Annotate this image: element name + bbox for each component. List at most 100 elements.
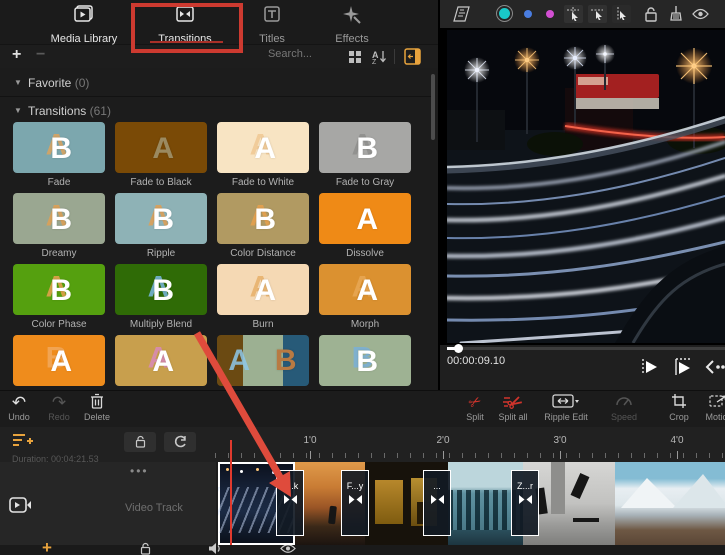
timeline-transition-marker[interactable]: F...y	[341, 470, 369, 536]
tile-main-letter: B	[50, 134, 72, 164]
motion-button[interactable]: Motion	[696, 393, 725, 422]
transition-bowtie-icon	[349, 495, 362, 504]
ripple-edit-icon	[540, 393, 592, 412]
tile-main-letter: A	[254, 276, 276, 306]
transition-tile-dreamy[interactable]: A B	[13, 193, 105, 244]
add-to-favorites-button[interactable]: +	[12, 46, 21, 64]
timeline-header: 00:00:09.10 ‹ › 1'0 2'0 3'0 4'0 Duration…	[0, 427, 725, 462]
speed-gauge-icon	[601, 393, 647, 412]
add-clip-button[interactable]: +	[42, 538, 52, 555]
group-favorite[interactable]: ▼ Favorite (0)	[0, 70, 432, 97]
marker-color-blue-dot[interactable]	[524, 10, 532, 18]
marker-color-magenta-dot[interactable]	[546, 10, 554, 18]
tile-label: Morph	[319, 319, 411, 330]
group-count: (61)	[90, 104, 111, 118]
search-input[interactable]	[200, 47, 314, 61]
video-track-icon[interactable]	[9, 496, 32, 514]
snap-cursor-button-3[interactable]	[612, 5, 631, 23]
tile-label: Color Distance	[217, 248, 309, 259]
tab-effects[interactable]: Effects	[307, 4, 397, 45]
transition-tile-color-phase[interactable]: A B	[13, 264, 105, 315]
transition-tile-burn[interactable]: A A	[217, 264, 309, 315]
collapse-arrow-icon[interactable]: ▼	[14, 106, 22, 115]
transition-bowtie-icon	[284, 495, 297, 504]
preview-toolbar	[440, 0, 725, 29]
group-count: (0)	[75, 76, 90, 90]
tab-transitions[interactable]: Transitions	[140, 4, 230, 45]
snap-cursor-button-2[interactable]	[588, 5, 607, 23]
collapse-arrow-icon[interactable]: ▼	[14, 78, 22, 87]
tile-main-letter: A	[152, 134, 174, 164]
transition-tile[interactable]: A A	[115, 335, 207, 386]
skater-silhouette	[571, 473, 590, 499]
edit-toolbar: ↶ Undo ↷ Redo Delete ✂ Split Split all	[0, 390, 725, 429]
timeline-body: ••• Video Track	[0, 462, 725, 555]
tab-media-library[interactable]: Media Library	[39, 4, 129, 45]
ruler-icon[interactable]	[452, 6, 472, 22]
collapse-panel-icon[interactable]	[404, 48, 421, 65]
ripple-edit-button[interactable]: Ripple Edit	[540, 393, 592, 422]
lock-icon[interactable]	[644, 6, 658, 22]
lock-track-button[interactable]	[124, 432, 156, 452]
delete-button[interactable]: Delete	[74, 393, 120, 422]
remove-from-favorites-button[interactable]: −	[36, 46, 45, 64]
toolbar-separator	[394, 49, 395, 64]
seekbar-knob[interactable]	[454, 344, 463, 353]
marker-color-cyan-dot[interactable]	[499, 8, 510, 19]
timeline-transition-marker[interactable]: ...	[423, 470, 451, 536]
peak-thumb	[621, 478, 677, 508]
tile-label: Dreamy	[13, 248, 105, 259]
next-frame-icon[interactable]	[720, 360, 725, 374]
tile-label: Dissolve	[319, 248, 411, 259]
play-from-start-icon[interactable]	[672, 356, 696, 378]
track-lock-icon[interactable]	[140, 542, 151, 555]
group-transitions[interactable]: ▼ Transitions (61)	[0, 98, 432, 124]
split-all-button[interactable]: Split all	[490, 393, 536, 422]
loop-button[interactable]	[164, 432, 196, 452]
transition-tile[interactable]: B B	[319, 335, 411, 386]
transition-tile-fade[interactable]: A B	[13, 122, 105, 173]
transition-tile[interactable]: B A	[13, 335, 105, 386]
timeline-playhead[interactable]	[230, 440, 232, 545]
transition-tile-ripple[interactable]: A B	[115, 193, 207, 244]
tile-label: Fade to Gray	[319, 177, 411, 188]
library-tabs-bar: Media Library Transitions Titles Effects	[0, 0, 440, 45]
add-track-icon[interactable]	[12, 432, 34, 450]
video-track-header[interactable]: ••• Video Track	[0, 462, 216, 545]
tab-label: Transitions	[140, 33, 230, 45]
tab-label: Titles	[227, 33, 317, 45]
tile-label: Multiply Blend	[115, 319, 207, 330]
timeline-transition-marker[interactable]: Z...r	[511, 470, 539, 536]
ruler-label: 2'0	[428, 435, 458, 446]
timeline-clip-mountains[interactable]	[615, 462, 725, 545]
speed-button[interactable]: Speed	[601, 393, 647, 422]
transition-tile-fade-to-gray[interactable]: A B	[319, 122, 411, 173]
tile-ghost-letter: A	[228, 346, 250, 376]
transition-tile-morph[interactable]: A A	[319, 264, 411, 315]
ruler-label: 1'0	[295, 435, 325, 446]
tile-label: Fade	[13, 177, 105, 188]
tab-label: Media Library	[39, 33, 129, 45]
preview-seekbar[interactable]	[447, 347, 725, 350]
snap-cursor-button-1[interactable]	[564, 5, 583, 23]
eye-icon[interactable]	[692, 8, 709, 20]
media-library-icon	[72, 4, 96, 26]
grid-view-icon[interactable]	[348, 50, 362, 64]
play-from-position-icon[interactable]	[638, 356, 660, 378]
major-tick	[443, 451, 444, 459]
timeline-transition-marker[interactable]: F...k	[276, 470, 304, 536]
transition-tile-multiply-blend[interactable]: A B	[115, 264, 207, 315]
transition-tile[interactable]: A B	[217, 335, 309, 386]
tile-main-letter: B	[50, 205, 72, 235]
broom-icon[interactable]	[668, 5, 683, 22]
transition-tile-color-distance[interactable]: A B	[217, 193, 309, 244]
sort-icon[interactable]: A Z	[371, 49, 387, 64]
lights-thumb	[226, 468, 229, 471]
transition-tile-fade-to-white[interactable]: A A	[217, 122, 309, 173]
track-menu-icon[interactable]: •••	[130, 464, 149, 478]
preview-video-frame	[447, 30, 725, 343]
transition-tile-dissolve[interactable]: A	[319, 193, 411, 244]
library-scrollbar[interactable]	[431, 74, 435, 140]
transition-tile-fade-to-black[interactable]: A	[115, 122, 207, 173]
tab-titles[interactable]: Titles	[227, 4, 317, 45]
